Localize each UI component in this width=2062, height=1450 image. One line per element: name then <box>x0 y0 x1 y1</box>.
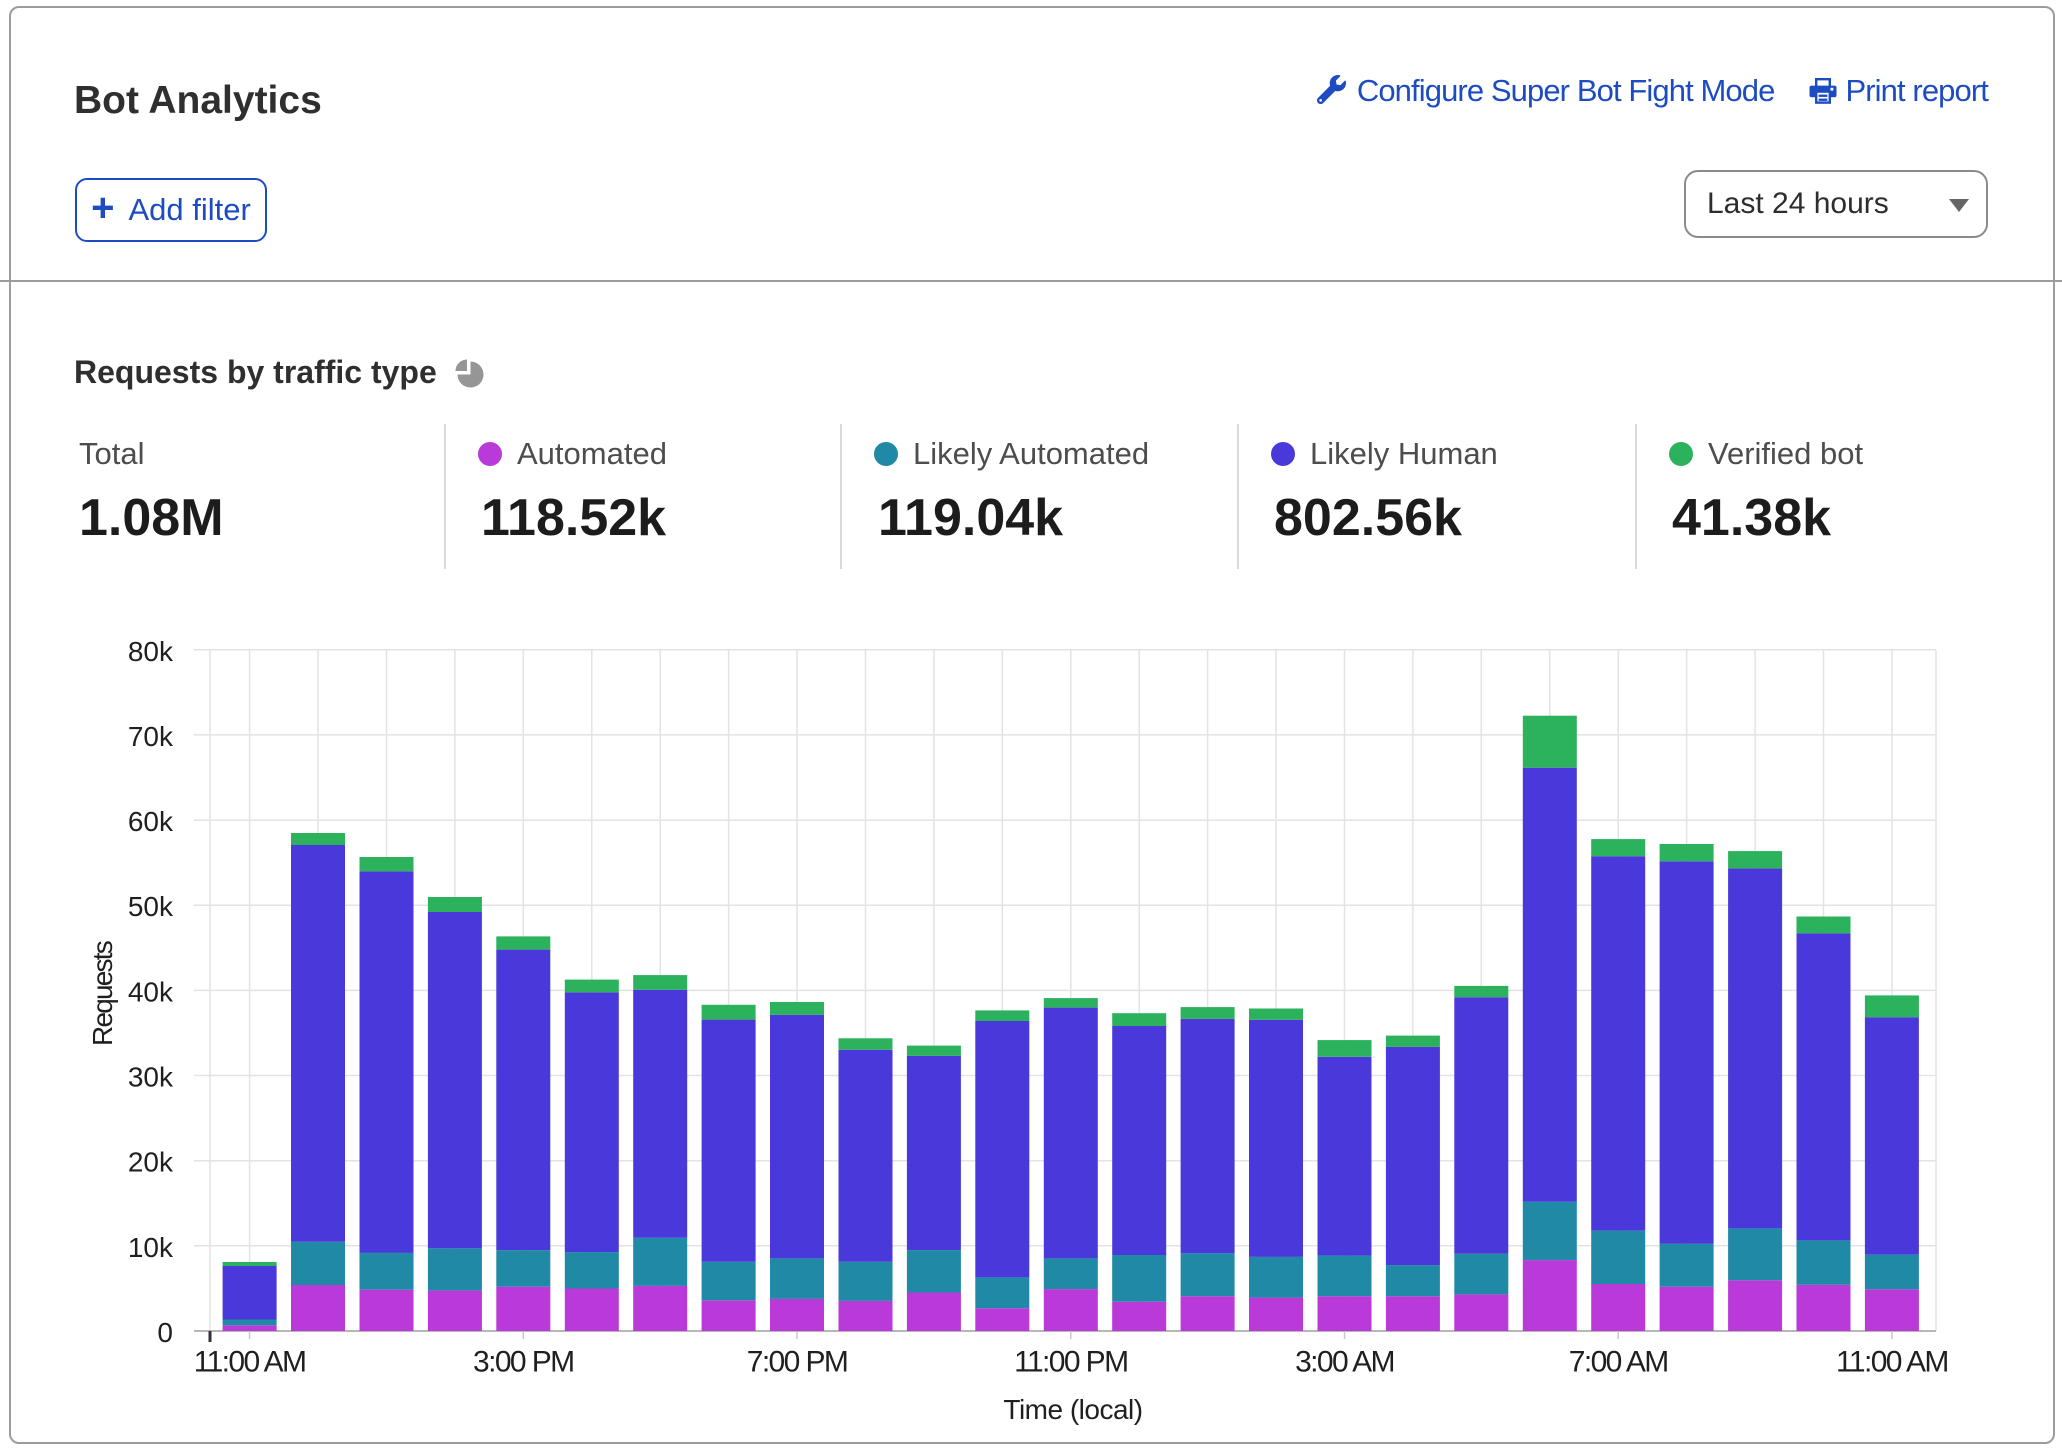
svg-text:70k: 70k <box>128 721 174 752</box>
svg-text:7:00 PM: 7:00 PM <box>747 1346 848 1379</box>
svg-text:11:00 AM: 11:00 AM <box>1836 1346 1948 1379</box>
svg-text:Requests: Requests <box>87 941 118 1046</box>
svg-text:80k: 80k <box>128 636 174 667</box>
svg-text:11:00 PM: 11:00 PM <box>1014 1346 1127 1379</box>
svg-text:3:00 AM: 3:00 AM <box>1295 1346 1394 1379</box>
svg-text:10k: 10k <box>128 1232 174 1263</box>
svg-text:7:00 AM: 7:00 AM <box>1569 1346 1668 1379</box>
svg-text:40k: 40k <box>128 976 174 1007</box>
svg-text:0: 0 <box>157 1317 173 1348</box>
svg-text:30k: 30k <box>128 1062 174 1093</box>
svg-text:3:00 PM: 3:00 PM <box>473 1346 574 1379</box>
svg-text:11:00 AM: 11:00 AM <box>194 1346 306 1379</box>
svg-text:60k: 60k <box>128 806 174 837</box>
svg-text:50k: 50k <box>128 891 174 922</box>
svg-text:Time (local): Time (local) <box>1003 1394 1142 1425</box>
svg-text:20k: 20k <box>128 1147 174 1178</box>
